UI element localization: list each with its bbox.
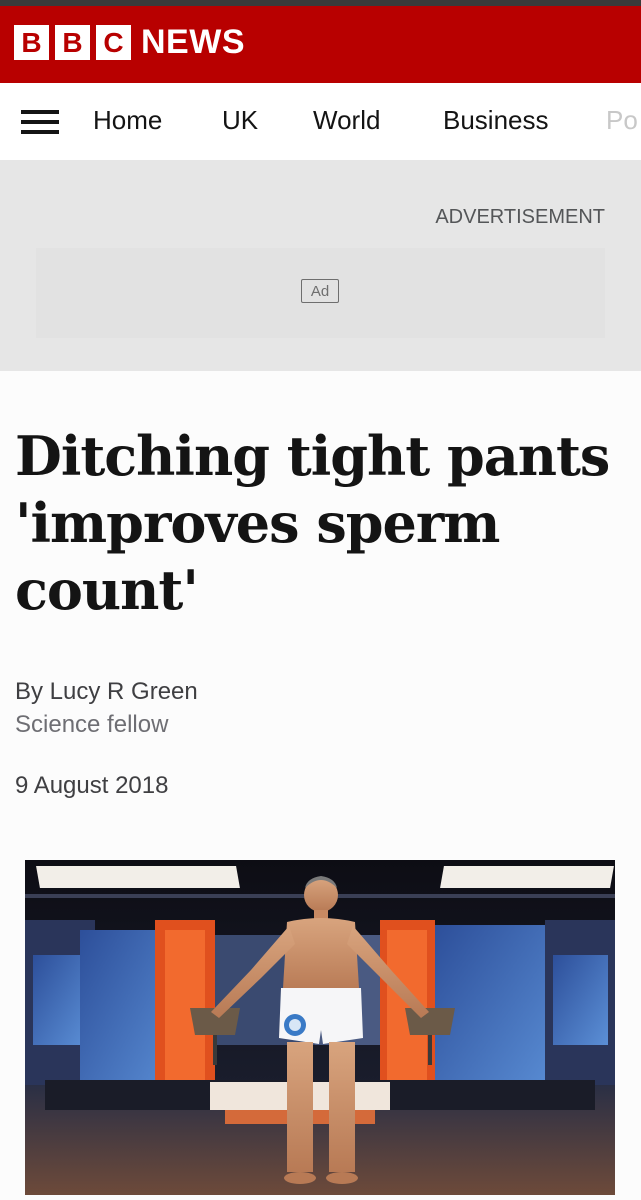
primary-navigation: Home UK World Business Po — [0, 83, 641, 160]
nav-item-home[interactable]: Home — [93, 105, 162, 136]
nav-item-world[interactable]: World — [313, 105, 380, 136]
nav-item-uk[interactable]: UK — [222, 105, 258, 136]
ad-badge: Ad — [301, 279, 339, 303]
hamburger-menu-icon[interactable] — [21, 110, 59, 134]
logo-news-word: NEWS — [141, 23, 245, 61]
advertisement-label: ADVERTISEMENT — [435, 206, 605, 228]
article-date: 9 August 2018 — [15, 772, 169, 799]
logo-block-b1: B — [14, 25, 49, 60]
article: Ditching tight pants 'improves sperm cou… — [0, 371, 641, 1200]
logo-block-c: C — [96, 25, 131, 60]
masthead: B B C NEWS — [0, 6, 641, 83]
article-byline: By Lucy R Green — [15, 678, 198, 705]
nav-item-politics-truncated[interactable]: Po — [606, 105, 638, 136]
article-headline: Ditching tight pants 'improves sperm cou… — [15, 424, 610, 622]
bbc-news-logo[interactable]: B B C NEWS — [14, 25, 245, 60]
article-hero-image — [25, 860, 615, 1195]
nav-item-business[interactable]: Business — [443, 105, 549, 136]
logo-block-b2: B — [55, 25, 90, 60]
author-role: Science fellow — [15, 711, 169, 738]
advertisement-section: ADVERTISEMENT Ad — [0, 160, 641, 371]
ad-slot[interactable]: Ad — [36, 248, 605, 338]
